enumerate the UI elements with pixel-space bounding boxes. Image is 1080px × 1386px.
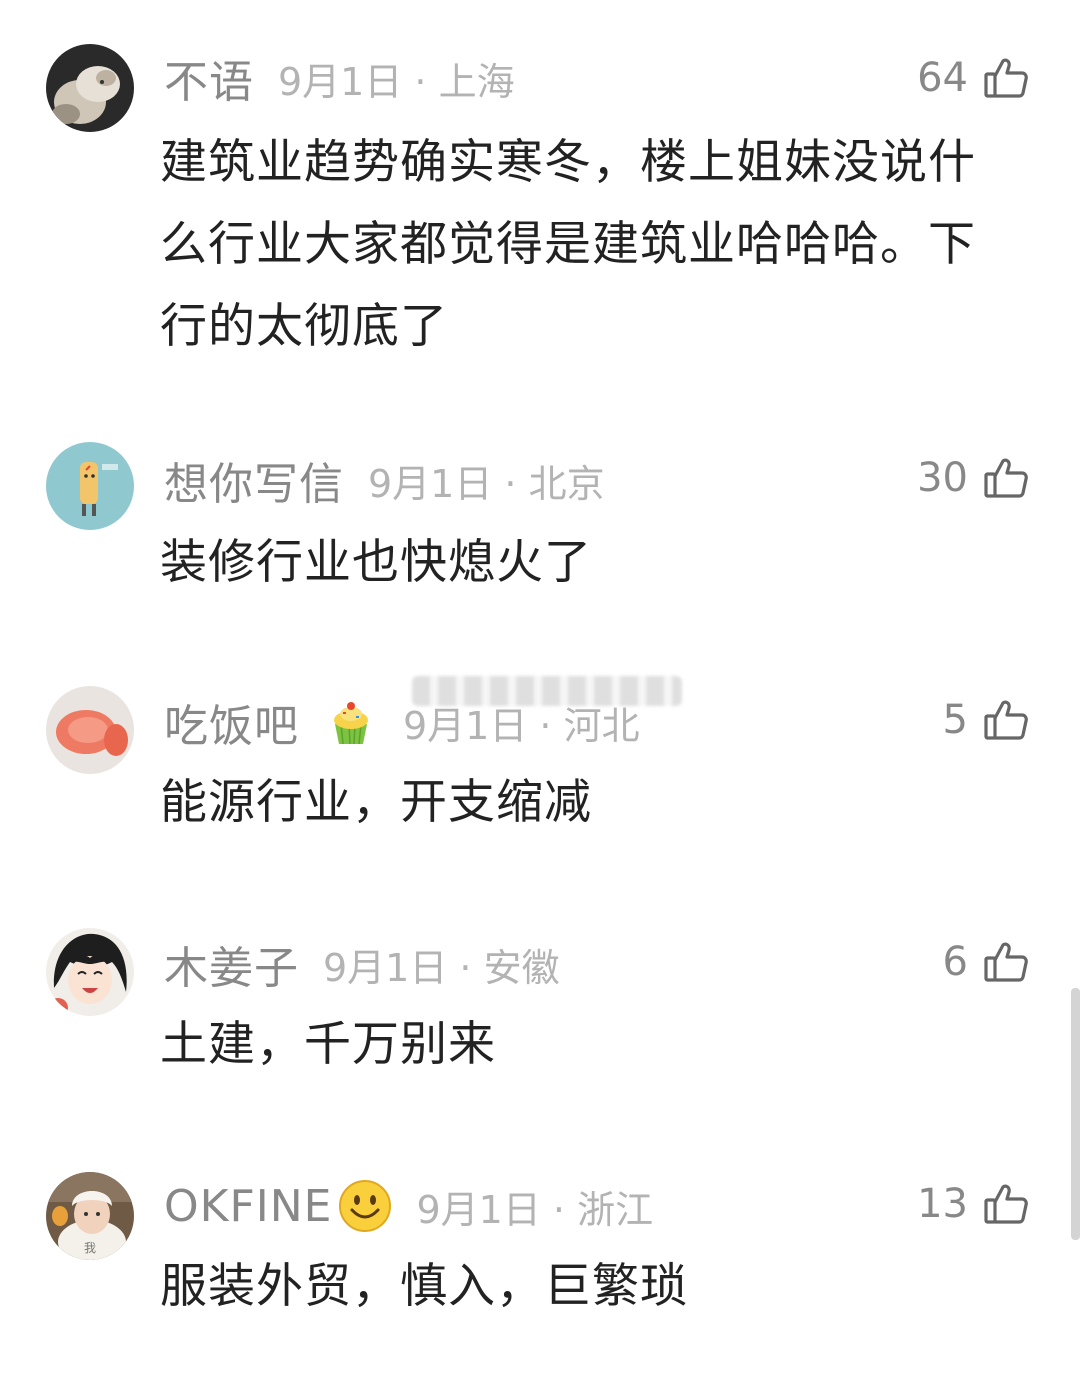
comment-content: 服装外贸，慎入，巨繁琐 [160,1259,688,1314]
like-button[interactable]: 64 [917,48,1030,108]
blurred-overlay [412,676,682,706]
cat-photo-avatar[interactable] [46,44,134,132]
like-count: 30 [917,455,968,501]
thumbs-up-icon[interactable] [982,54,1030,102]
comment-content: 建筑业趋势确实寒冬，楼上姐妹没说什么行业大家都觉得是建筑业哈哈哈。下行的太彻底了 [160,135,976,354]
like-button[interactable]: 30 [917,448,1030,508]
smiley-emoji-icon [337,1178,393,1234]
comment-content: 能源行业，开支缩减 [160,775,592,830]
comment-date-location: 9月1日 · 上海 [278,59,515,104]
child-photo-avatar[interactable]: 我 [46,1172,134,1260]
thumbs-up-icon[interactable] [982,938,1030,986]
thumbs-up-icon[interactable] [982,1180,1030,1228]
like-count: 6 [942,939,968,985]
comment-date-location: 9月1日 · 北京 [368,461,605,506]
scrollbar[interactable] [1071,988,1080,1240]
thumbs-up-icon[interactable] [982,454,1030,502]
fruit-slice-avatar[interactable] [46,686,134,774]
thumbs-up-icon[interactable] [982,696,1030,744]
like-count: 5 [942,697,968,743]
comment-date-location: 9月1日 · 浙江 [416,1187,654,1232]
comment-content: 装修行业也快熄火了 [160,535,592,590]
username[interactable]: 不语 [164,46,254,110]
avatar-text: 我 [84,1241,96,1255]
username[interactable]: OKFINE [164,1181,333,1232]
like-count: 64 [917,55,968,101]
cartoon-character-avatar[interactable] [46,442,134,530]
like-button[interactable]: 6 [943,932,1030,992]
like-button[interactable]: 5 [943,690,1030,750]
username[interactable]: 吃饭吧 [164,690,299,754]
like-button[interactable]: 13 [917,1174,1030,1234]
comment-content: 土建，千万别来 [160,1017,496,1072]
like-count: 13 [917,1181,968,1227]
username[interactable]: 木姜子 [164,932,299,996]
cupcake-emoji-icon [323,694,379,750]
anime-girl-avatar[interactable] [46,928,134,1016]
comment-date-location: 9月1日 · 安徽 [323,945,560,990]
username[interactable]: 想你写信 [164,448,344,512]
